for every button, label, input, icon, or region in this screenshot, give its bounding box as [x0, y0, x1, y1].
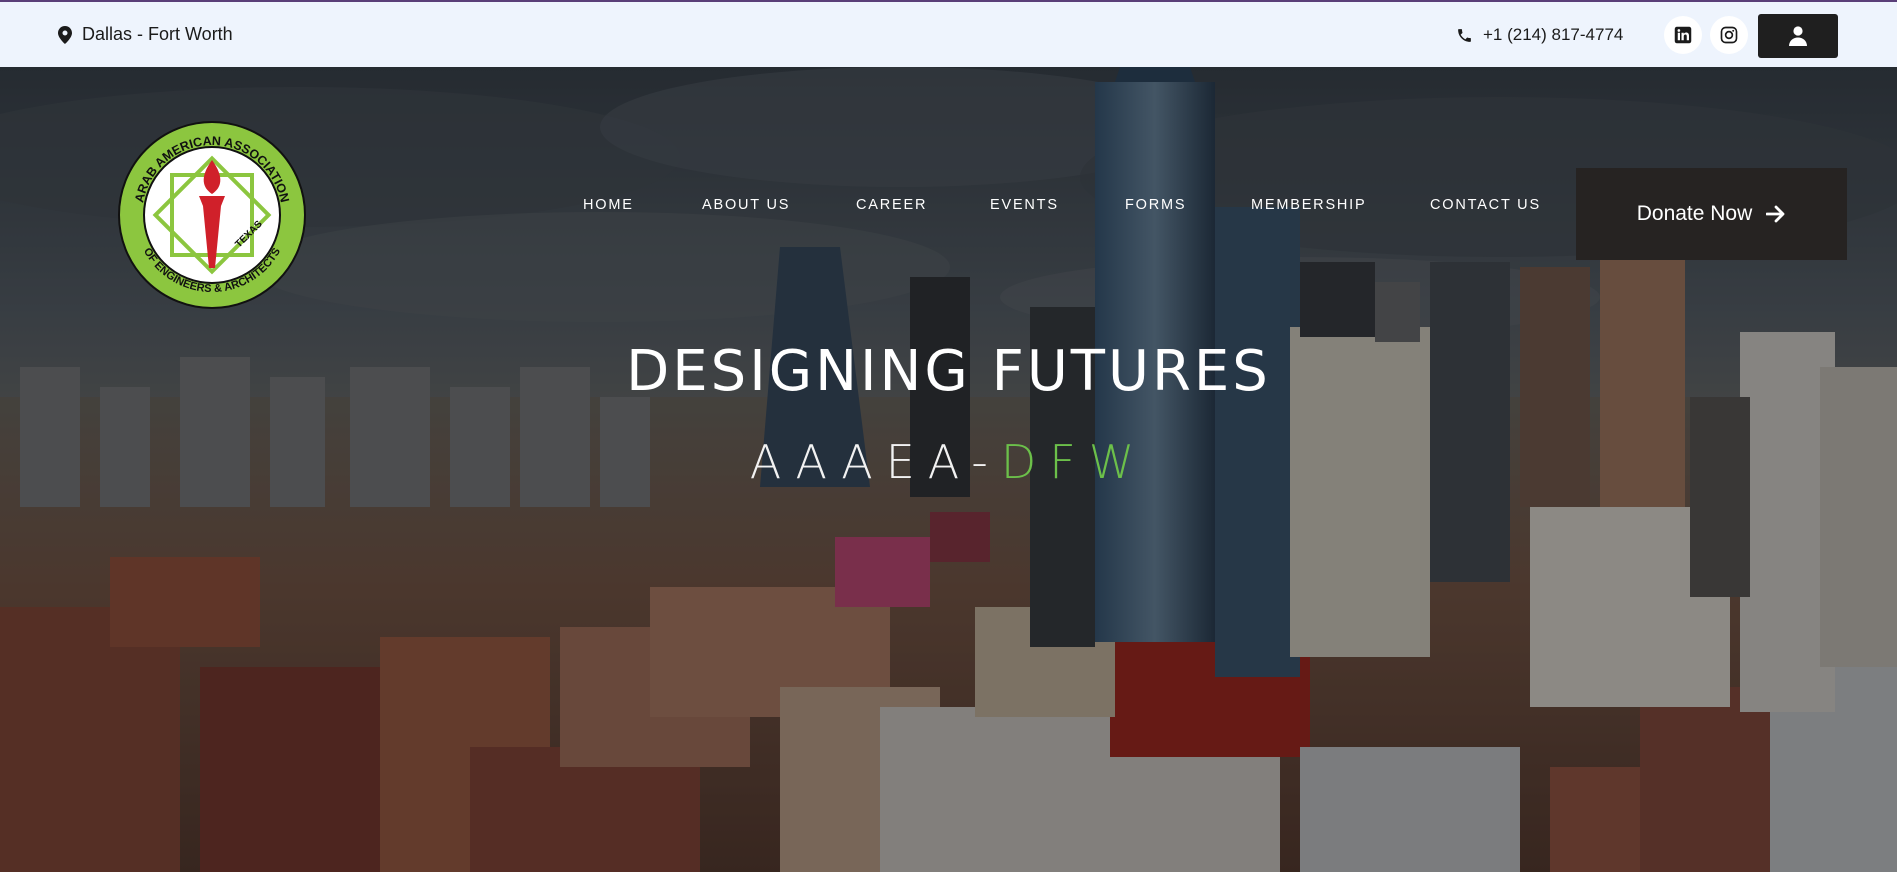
- linkedin-icon: [1674, 26, 1692, 44]
- nav-contact-us[interactable]: CONTACT US: [1430, 197, 1541, 213]
- instagram-icon: [1720, 26, 1738, 44]
- hero-subheadline: AAAEA-DFW: [0, 435, 1897, 489]
- location: Dallas - Fort Worth: [58, 24, 233, 45]
- subheadline-white: AAAEA-: [749, 435, 1001, 489]
- account-button[interactable]: [1758, 14, 1838, 58]
- nav-about-us[interactable]: ABOUT US: [702, 197, 790, 213]
- top-bar: Dallas - Fort Worth +1 (214) 817-4774: [0, 0, 1897, 67]
- arrow-right-icon: [1766, 205, 1785, 223]
- phone-icon: [1458, 28, 1471, 42]
- donate-label: Donate Now: [1636, 202, 1753, 225]
- hero-section: ARAB AMERICAN ASSOCIATION OF ENGINEERS &…: [0, 67, 1897, 872]
- nav-membership[interactable]: MEMBERSHIP: [1251, 197, 1367, 213]
- main-nav: HOME ABOUT US CAREER EVENTS FORMS MEMBER…: [0, 197, 1580, 237]
- user-icon: [1789, 26, 1807, 46]
- phone[interactable]: +1 (214) 817-4774: [1456, 25, 1623, 45]
- map-pin-icon: [58, 25, 72, 44]
- nav-forms[interactable]: FORMS: [1125, 197, 1186, 213]
- nav-events[interactable]: EVENTS: [990, 197, 1059, 213]
- location-text: Dallas - Fort Worth: [82, 24, 233, 44]
- phone-number[interactable]: +1 (214) 817-4774: [1483, 25, 1623, 45]
- subheadline-green: DFW: [1000, 435, 1148, 489]
- instagram-link[interactable]: [1710, 16, 1748, 54]
- donate-now-button[interactable]: Donate Now: [1576, 168, 1847, 260]
- nav-home[interactable]: HOME: [583, 197, 634, 213]
- hero-headline: DESIGNING FUTURES: [626, 339, 1271, 404]
- nav-career[interactable]: CAREER: [856, 197, 927, 213]
- linkedin-link[interactable]: [1664, 16, 1702, 54]
